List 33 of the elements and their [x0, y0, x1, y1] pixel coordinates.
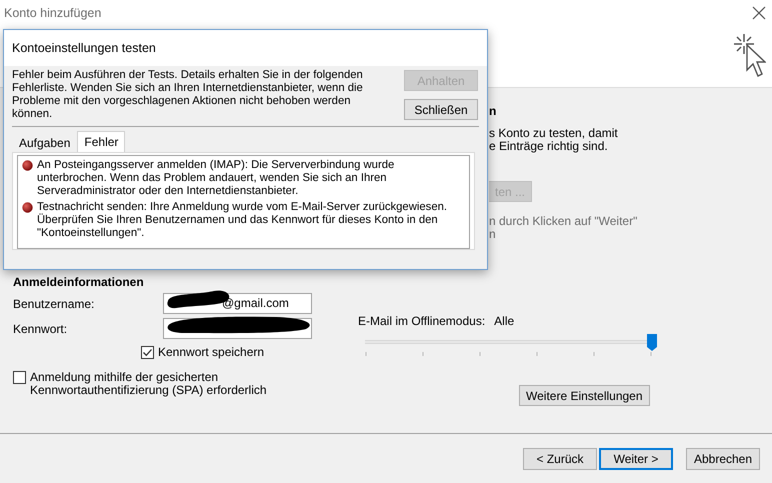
slider-thumb[interactable]: [647, 334, 657, 351]
checkbox[interactable]: [13, 371, 26, 384]
hint-text: n durch Klicken auf "Weiter": [489, 215, 638, 228]
close-button[interactable]: Schließen: [404, 99, 478, 120]
field-label: Kennwort:: [13, 322, 68, 336]
input-field[interactable]: [163, 318, 312, 339]
more-settings-button[interactable]: Weitere Einstellungen: [519, 385, 650, 406]
hint-text: n: [489, 228, 497, 241]
error-icon: [22, 160, 33, 171]
section-heading: n: [489, 104, 496, 118]
offline-mode-value: Alle: [494, 314, 514, 328]
back-button[interactable]: < Zurück: [523, 448, 597, 470]
input-field[interactable]: @gmail.com: [163, 293, 312, 314]
window-title: Konto hinzufügen: [4, 6, 102, 20]
checkbox[interactable]: [141, 346, 154, 358]
error-icon: [22, 202, 33, 213]
cursor-sparkle-icon: [734, 32, 766, 78]
description-text: e Einträge richtig sind.: [489, 140, 609, 153]
field-label: Benutzername:: [13, 296, 96, 310]
cancel-button[interactable]: Abbrechen: [686, 448, 760, 470]
checkbox-label: Kennwort speichern: [158, 345, 264, 359]
close-icon[interactable]: [752, 6, 766, 20]
section-heading: Anmeldeinformationen: [13, 275, 145, 289]
dialog-title: Kontoeinstellungen testen: [4, 30, 487, 66]
error-text: An Posteingangsserver anmelden (IMAP): Die Serververbindung wurde unterbrochen. Wenn das Problem andauert, wenden Sie sich an Ihren Serveradministrator oder den Internetdienstanbieter.: [37, 159, 396, 198]
tab[interactable]: Aufgaben: [12, 133, 78, 152]
error-message: Fehler beim Ausführen der Tests. Details erhalten Sie in der folgenden Fehlerliste. Wenden Sie sich an Ihren Internetdienstanbieter, wenn die Probleme mit den vorgeschlagenen Aktionen nicht behoben werden können.: [12, 69, 364, 121]
description-text: s Konto zu testen, damit: [489, 127, 618, 140]
tab[interactable]: Fehler: [77, 131, 126, 152]
error-text: Testnachricht senden: Ihre Anmeldung wurde vom E-Mail-Server zurückgewiesen. Überprüfen Sie Ihren Benutzernamen und das Kennwort für dieses Konto in den "Kontoeinstellungen".: [37, 201, 448, 240]
next-button[interactable]: Weiter >: [599, 448, 673, 470]
offline-mode-label: E-Mail im Offlinemodus:: [358, 314, 486, 328]
checkbox-label: Anmeldung mithilfe der gesicherten Kennwortauthentifizierung (SPA) erforderlich: [30, 371, 268, 397]
